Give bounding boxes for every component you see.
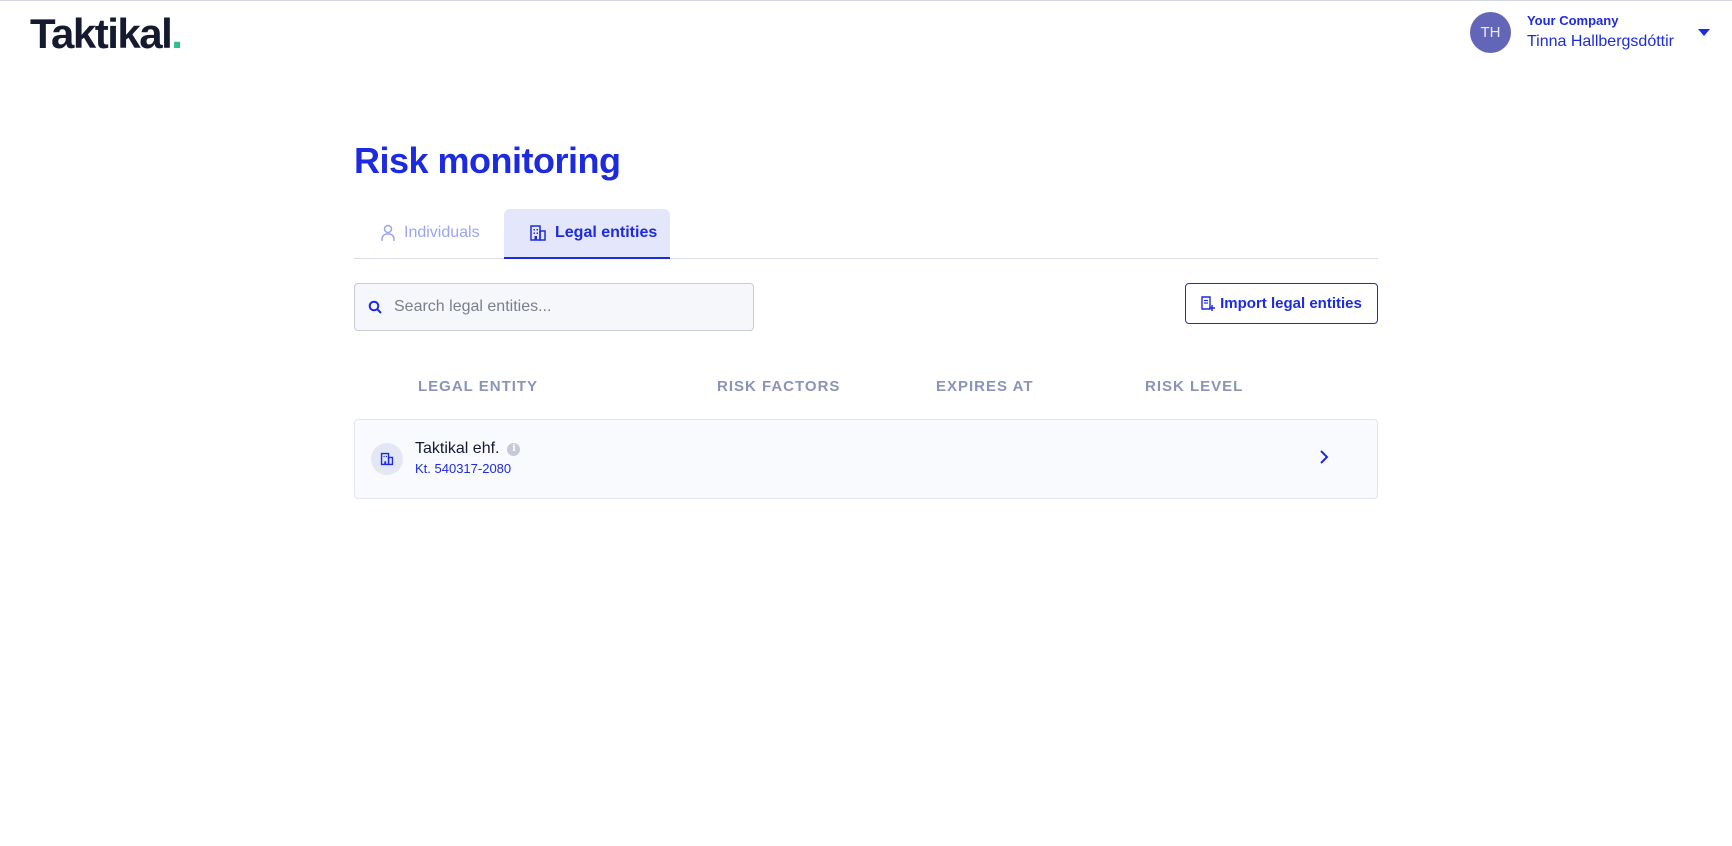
tab-legal-entities[interactable]: Legal entities <box>504 209 670 259</box>
user-menu[interactable]: TH Your Company Tinna Hallbergsdóttir <box>1469 12 1710 53</box>
column-header-risk-factors: RISK FACTORS <box>717 378 841 395</box>
avatar[interactable]: TH <box>1469 12 1511 53</box>
person-icon <box>380 224 396 242</box>
import-button-label: Import legal entities <box>1220 295 1362 312</box>
tab-bar: Individuals Legal entities <box>354 209 1378 259</box>
user-name: Tinna Hallbergsdóttir <box>1526 32 1674 50</box>
caret-down-icon[interactable] <box>1698 29 1710 36</box>
tab-individuals[interactable]: Individuals <box>354 209 504 257</box>
logo-dot: . <box>171 10 183 57</box>
user-info: Your Company Tinna Hallbergsdóttir <box>1527 13 1674 53</box>
chevron-right-icon[interactable] <box>1319 450 1329 464</box>
column-header-expires-at: EXPIRES AT <box>936 378 1034 395</box>
building-icon <box>371 443 403 475</box>
import-file-icon <box>1201 295 1216 312</box>
entity-name-cell: Taktikal ehf. i <box>415 440 521 458</box>
search-input[interactable] <box>392 297 726 317</box>
tab-label: Individuals <box>404 224 480 241</box>
page-title: Risk monitoring <box>354 140 621 181</box>
tab-label: Legal entities <box>555 224 658 241</box>
import-legal-entities-button[interactable]: Import legal entities <box>1185 283 1378 324</box>
column-header-legal-entity: LEGAL ENTITY <box>418 378 539 395</box>
info-icon[interactable]: i <box>507 442 521 456</box>
column-header-risk-level: RISK LEVEL <box>1145 378 1244 395</box>
company-name: Your Company <box>1526 12 1619 28</box>
taktikal-logo[interactable]: Taktikal. <box>30 10 183 58</box>
table-row[interactable]: Taktikal ehf. i Kt. 540317-2080 <box>354 419 1378 499</box>
entity-name: Taktikal ehf. <box>415 440 500 457</box>
top-border <box>0 0 1732 1</box>
building-icon <box>529 224 547 242</box>
search-box[interactable] <box>354 283 754 331</box>
search-icon <box>368 300 382 314</box>
entity-id: Kt. 540317-2080 <box>415 461 512 476</box>
logo-text: Taktikal <box>30 10 173 57</box>
